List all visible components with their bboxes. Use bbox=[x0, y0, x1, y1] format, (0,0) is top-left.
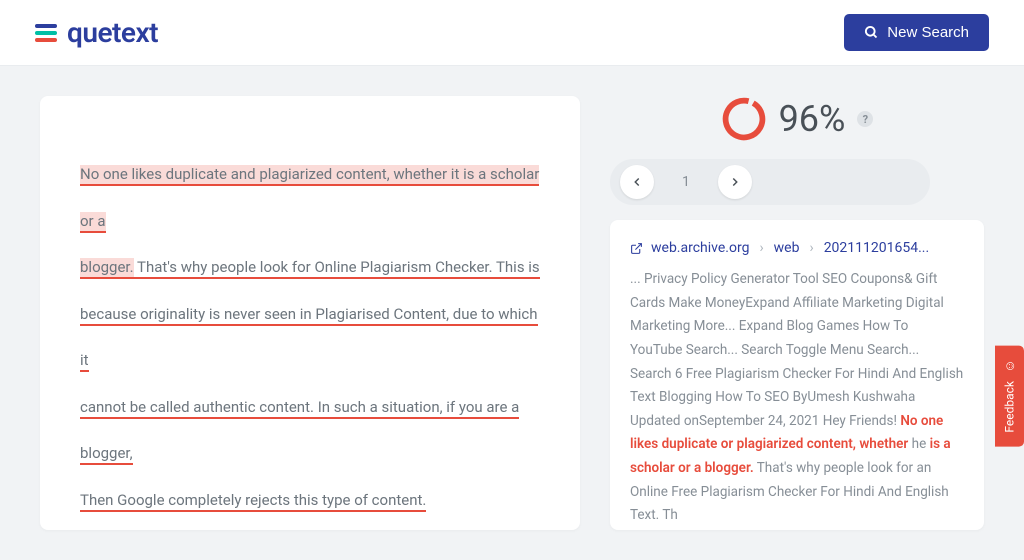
prev-page-button[interactable] bbox=[620, 165, 654, 199]
text-highlight: blogger. bbox=[80, 258, 134, 279]
feedback-tab[interactable]: Feedback ☺ bbox=[995, 346, 1024, 447]
page-number: 1 bbox=[674, 174, 698, 190]
source-snippet: he bbox=[908, 436, 929, 452]
help-icon[interactable]: ? bbox=[857, 111, 873, 127]
source-body: ... Privacy Policy Generator Tool SEO Co… bbox=[630, 268, 964, 528]
source-path: web bbox=[774, 240, 800, 256]
text-highlight: No one likes duplicate and plagiarized c… bbox=[80, 165, 539, 233]
breadcrumb-separator: › bbox=[809, 240, 813, 256]
text-underline: cannot be called authentic content. bbox=[80, 398, 314, 419]
text-underline: That's why people look for Online Plagia… bbox=[134, 258, 493, 279]
text-underline: Then Google completely rejects this type… bbox=[80, 491, 426, 512]
sidebar: 96% ? 1 web.archive.org › web › 20211120… bbox=[610, 96, 984, 530]
feedback-icon: ☺ bbox=[1002, 360, 1017, 375]
text-underline: This is bbox=[493, 258, 540, 279]
score-percent: 96% bbox=[779, 98, 846, 140]
source-card[interactable]: web.archive.org › web › 202111201654... … bbox=[610, 220, 984, 530]
source-path: 202111201654... bbox=[824, 240, 930, 256]
breadcrumb-separator: › bbox=[759, 240, 763, 256]
source-link[interactable]: web.archive.org › web › 202111201654... bbox=[630, 240, 964, 256]
pagination: 1 bbox=[610, 159, 930, 205]
search-icon bbox=[864, 25, 879, 40]
chevron-left-icon bbox=[630, 175, 644, 189]
content-text: No one likes duplicate and plagiarized c… bbox=[80, 151, 540, 523]
logo[interactable]: quetext bbox=[35, 16, 158, 49]
next-page-button[interactable] bbox=[718, 165, 752, 199]
score-row: 96% ? bbox=[610, 96, 984, 142]
logo-text: quetext bbox=[67, 16, 158, 49]
chevron-right-icon bbox=[728, 175, 742, 189]
source-snippet: ... Privacy Policy Generator Tool SEO Co… bbox=[630, 271, 963, 429]
new-search-label: New Search bbox=[887, 24, 969, 41]
header: quetext New Search bbox=[0, 0, 1024, 66]
score-circle-icon bbox=[721, 96, 767, 142]
logo-icon bbox=[35, 24, 57, 42]
content-card: No one likes duplicate and plagiarized c… bbox=[40, 96, 580, 530]
text-underline: because originality is never seen in Pla… bbox=[80, 305, 538, 373]
source-domain: web.archive.org bbox=[651, 240, 749, 256]
feedback-label: Feedback bbox=[1003, 381, 1017, 433]
main: No one likes duplicate and plagiarized c… bbox=[0, 66, 1024, 560]
external-link-icon bbox=[630, 242, 643, 255]
new-search-button[interactable]: New Search bbox=[844, 14, 989, 51]
